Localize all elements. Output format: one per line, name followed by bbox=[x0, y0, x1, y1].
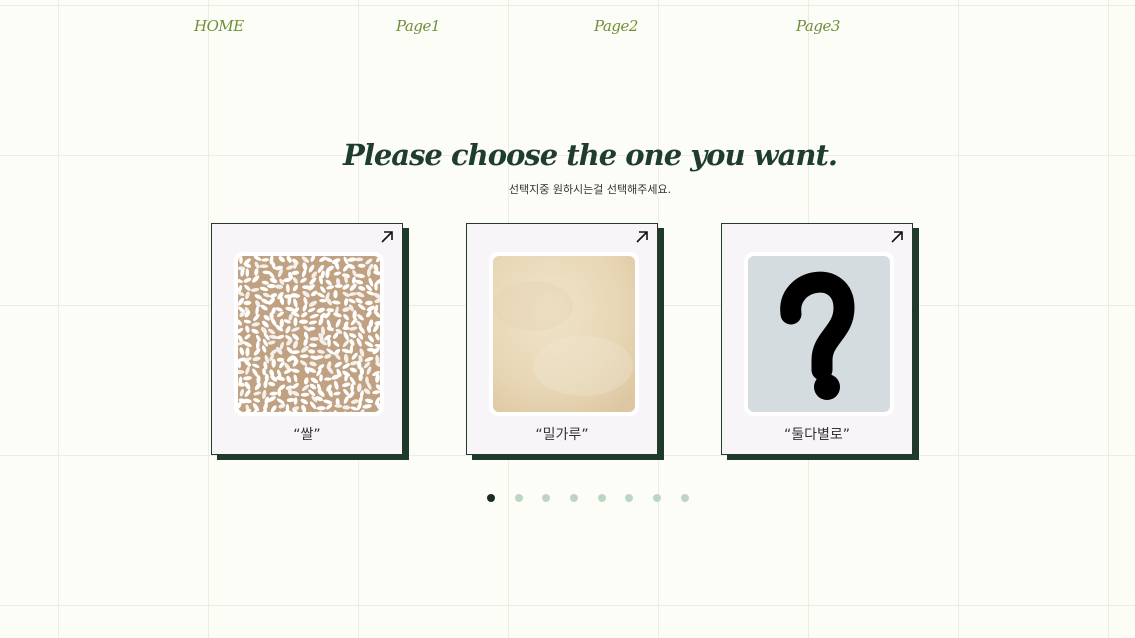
page-title: Please choose the one you want. bbox=[343, 138, 838, 172]
arrow-up-right-icon bbox=[636, 231, 648, 243]
arrow-up-right-icon bbox=[381, 231, 393, 243]
card-caption: “쌀” bbox=[293, 427, 321, 443]
card-image-frame bbox=[234, 252, 384, 416]
option-card-neither[interactable]: “둘다별로” bbox=[721, 223, 913, 455]
pagination-dot[interactable] bbox=[597, 494, 606, 502]
pagination-dot[interactable] bbox=[487, 494, 495, 502]
flour-image bbox=[493, 256, 635, 412]
option-card-flour[interactable]: “밀가루” bbox=[466, 223, 658, 455]
nav-home-link[interactable]: HOME bbox=[194, 17, 244, 35]
card-caption: “둘다별로” bbox=[783, 427, 851, 443]
nav-page1-link[interactable]: Page1 bbox=[396, 17, 440, 35]
card-image-frame bbox=[489, 252, 639, 416]
pagination-dot[interactable] bbox=[514, 494, 523, 502]
rice-image bbox=[238, 256, 380, 412]
nav-page2-link[interactable]: Page2 bbox=[594, 17, 638, 35]
arrow-up-right-icon bbox=[891, 231, 903, 243]
pagination-dot[interactable] bbox=[653, 494, 662, 502]
question-mark-icon bbox=[748, 256, 890, 412]
card-image-frame bbox=[744, 252, 894, 416]
pagination-dot[interactable] bbox=[570, 494, 579, 502]
page-subtitle: 선택지중 원하시는걸 선택해주세요. bbox=[508, 183, 672, 196]
pagination-dot[interactable] bbox=[625, 494, 634, 502]
pagination-dots bbox=[487, 494, 709, 504]
nav-page3-link[interactable]: Page3 bbox=[796, 17, 840, 35]
top-nav: HOME Page1 Page2 Page3 bbox=[0, 0, 1135, 56]
question-mark-image bbox=[748, 256, 890, 412]
card-caption: “밀가루” bbox=[535, 427, 589, 443]
pagination-dot[interactable] bbox=[680, 494, 689, 502]
option-card-rice[interactable]: “쌀” bbox=[211, 223, 403, 455]
pagination-dot[interactable] bbox=[542, 494, 551, 502]
